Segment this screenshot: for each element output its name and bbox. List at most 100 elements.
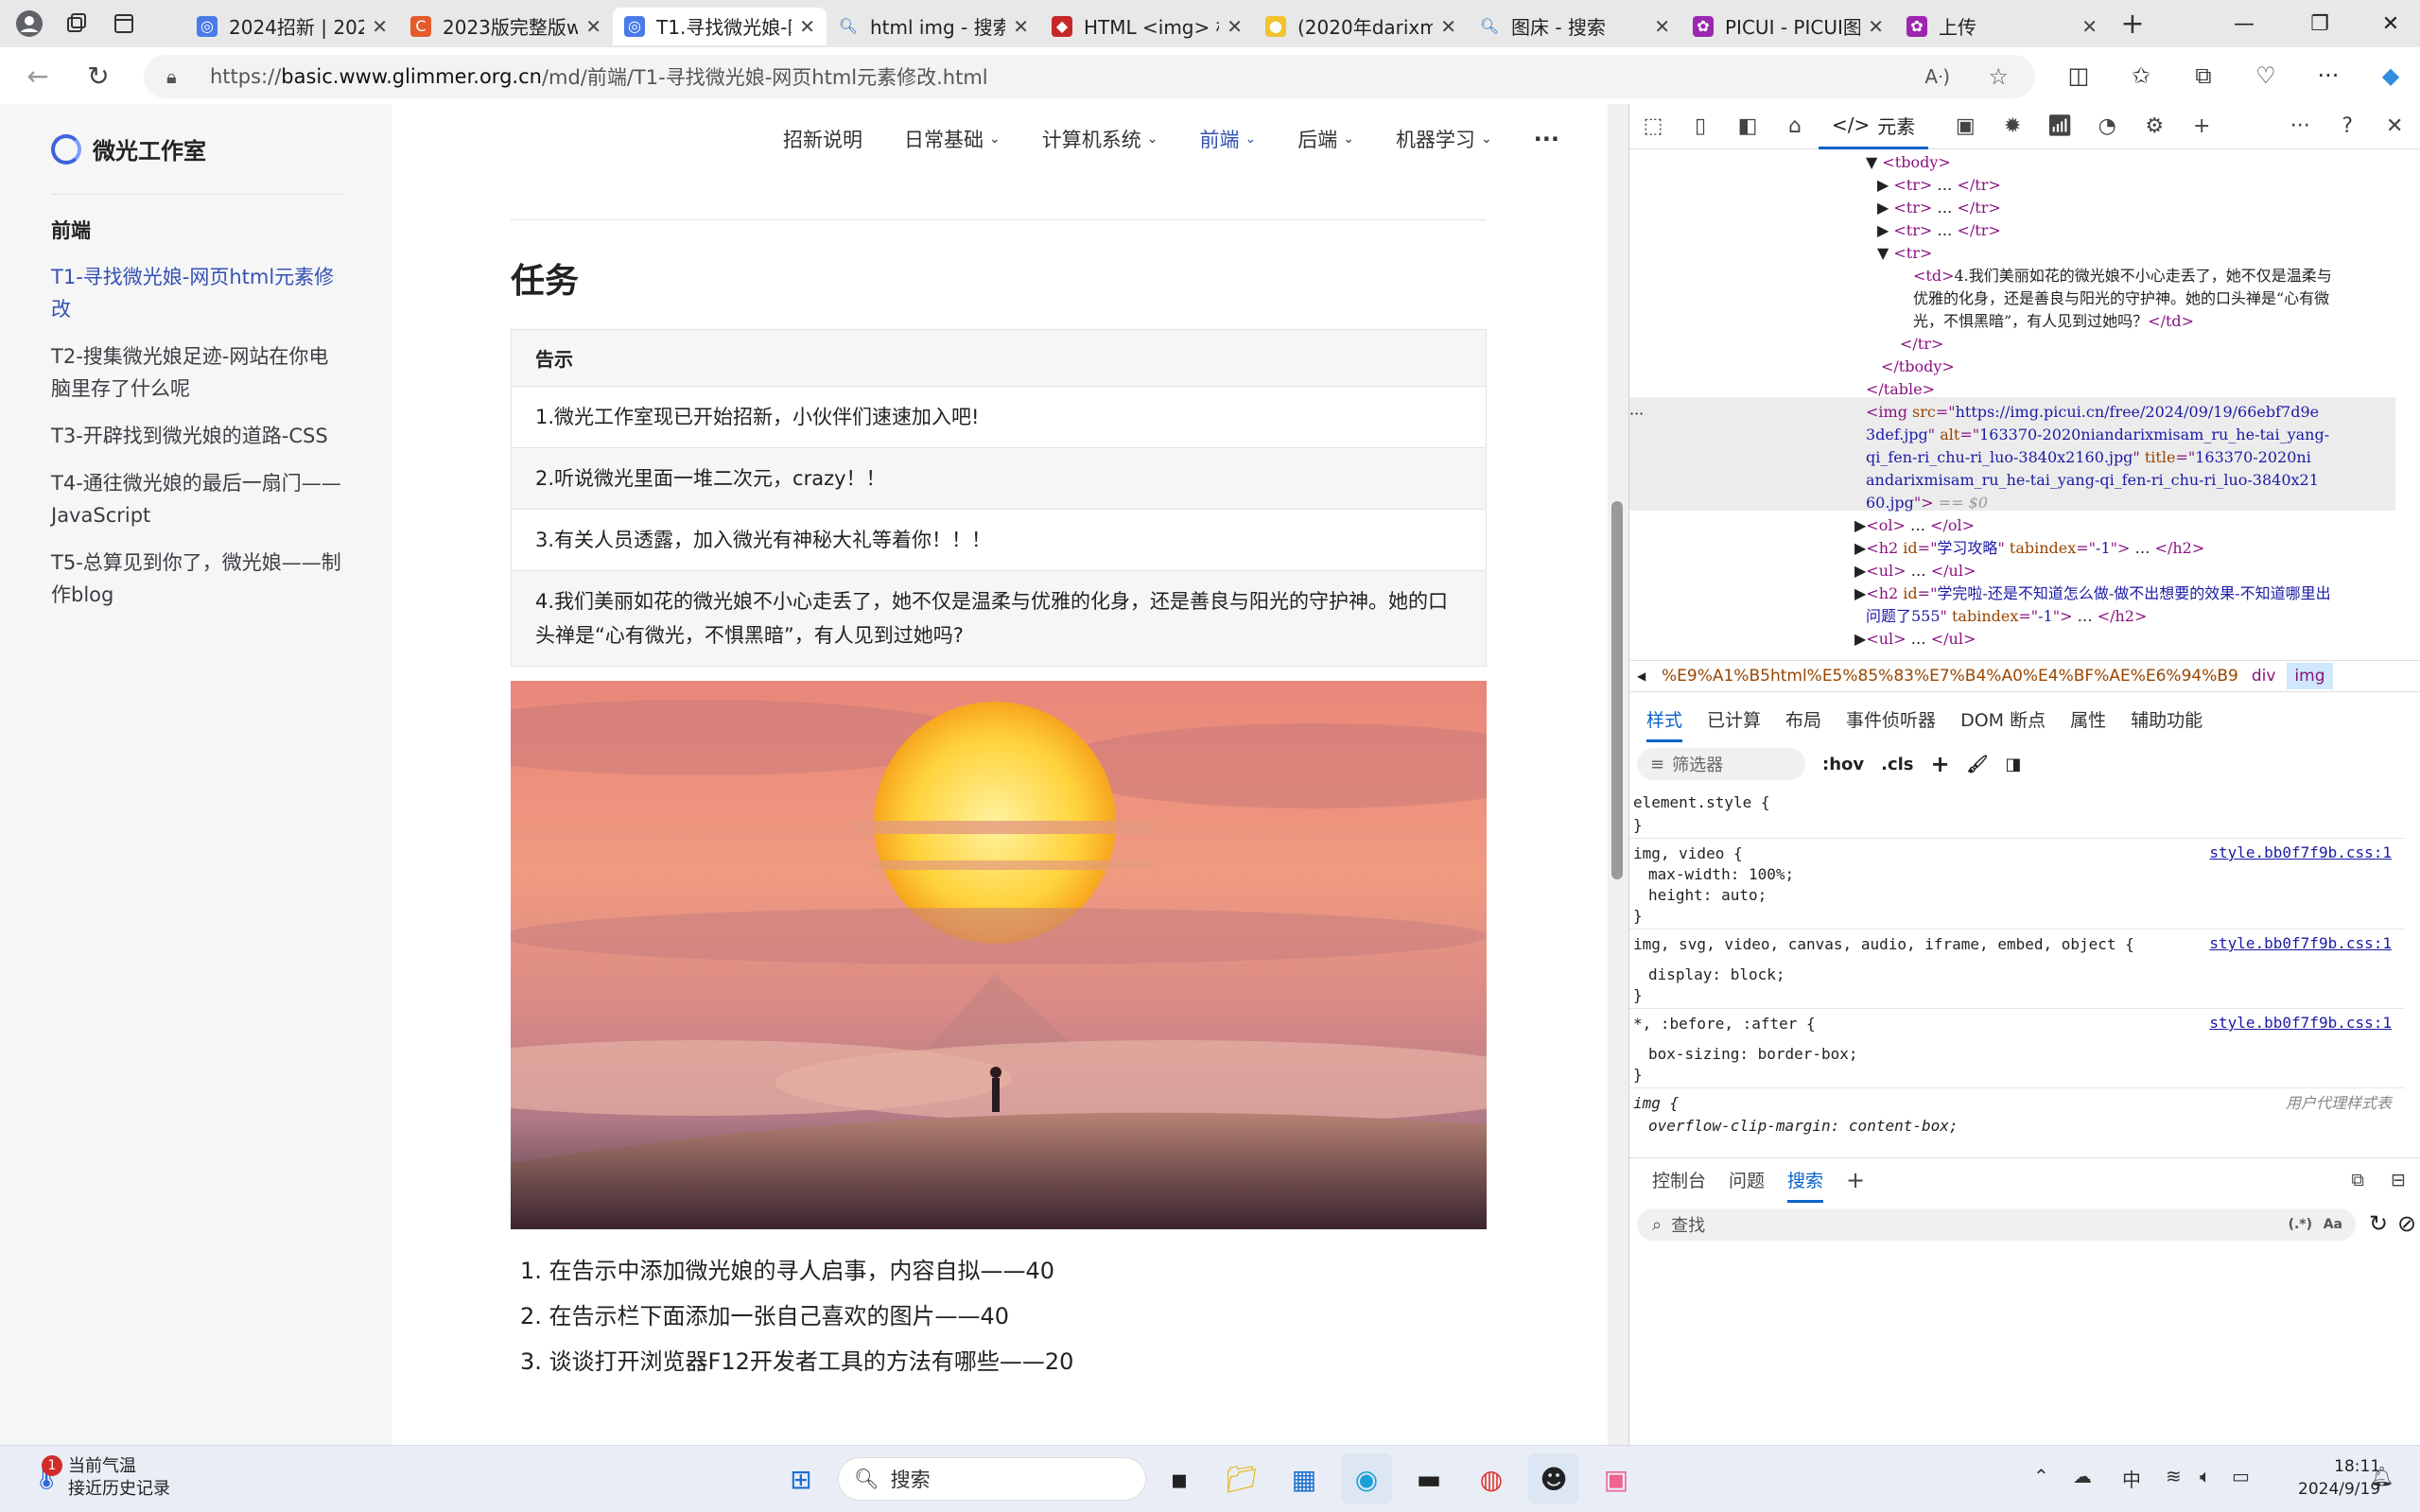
- tab-computed[interactable]: 已计算: [1707, 706, 1761, 732]
- breadcrumb-div[interactable]: div: [2252, 667, 2276, 686]
- browser-tab-active[interactable]: ◎ T1.寻找微光娘-网 ✕: [613, 7, 827, 45]
- store-icon[interactable]: ▦: [1279, 1453, 1330, 1504]
- settings-gear-icon[interactable]: ⚙: [2131, 104, 2178, 149]
- dom-node-img[interactable]: <img src="https://img.picui.cn/free/2024…: [1866, 401, 2319, 424]
- sidebar-item-t2[interactable]: T2-搜集微光娘足迹-网站在你电 脑里存了什么呢: [51, 340, 344, 405]
- refresh-search-icon[interactable]: ↻: [2369, 1210, 2388, 1237]
- collections-icon[interactable]: ⧉: [2173, 47, 2234, 104]
- ime-indicator[interactable]: 中: [2122, 1465, 2141, 1492]
- workspaces-icon[interactable]: [53, 0, 100, 47]
- add-drawer-tab-icon[interactable]: +: [1846, 1167, 1865, 1193]
- chevron-up-icon[interactable]: ⌃: [2033, 1465, 2049, 1487]
- close-drawer-icon[interactable]: ⊟: [2391, 1170, 2406, 1190]
- sidebar-item-t4[interactable]: T4-通往微光娘的最后一扇门—— JavaScript: [51, 467, 344, 531]
- favorite-star-icon[interactable]: ☆: [1988, 63, 2009, 90]
- clock[interactable]: 18:11 2024/9/19: [2298, 1455, 2380, 1501]
- task-view-icon[interactable]: ▪: [1154, 1453, 1205, 1504]
- profile-icon[interactable]: [6, 0, 53, 47]
- cls-toggle[interactable]: .cls: [1881, 755, 1913, 774]
- tab-accessibility[interactable]: 辅助功能: [2131, 706, 2202, 732]
- close-window-icon[interactable]: ✕: [2355, 0, 2420, 47]
- refresh-icon[interactable]: ↻: [68, 47, 129, 104]
- css-property[interactable]: height: auto;: [1648, 885, 1767, 906]
- case-toggle[interactable]: Aa: [2324, 1217, 2342, 1232]
- browser-tab[interactable]: ● (2020年darixmisa ✕: [1254, 8, 1468, 45]
- close-icon[interactable]: ✕: [2081, 15, 2098, 38]
- dom-node[interactable]: ▶ <tr> … </tr>: [1877, 174, 2001, 197]
- tab-event-listeners[interactable]: 事件侦听器: [1846, 706, 1936, 732]
- css-property[interactable]: box-sizing: border-box;: [1648, 1044, 1858, 1065]
- home-icon[interactable]: ⌂: [1771, 104, 1819, 149]
- close-icon[interactable]: ✕: [1868, 15, 1884, 38]
- dom-node[interactable]: </tbody>: [1881, 356, 1955, 378]
- clear-search-icon[interactable]: ⊘: [2397, 1210, 2416, 1237]
- dock-icon[interactable]: ◧: [1724, 104, 1771, 149]
- terminal-icon[interactable]: ▬: [1403, 1453, 1454, 1504]
- dom-node[interactable]: ▶<h2 id="学习攻略" tabindex="-1"> … </h2>: [1854, 537, 2204, 560]
- nav-item-frontend[interactable]: 前端 ⌄: [1199, 125, 1256, 153]
- dom-node[interactable]: ▼ <tr>: [1877, 242, 1932, 265]
- close-icon[interactable]: ✕: [1013, 15, 1029, 38]
- taskbar-search[interactable]: 🔍︎ 搜索: [838, 1457, 1146, 1501]
- more-icon[interactable]: ···: [2276, 104, 2324, 149]
- dom-node[interactable]: ▶ <tr> … </tr>: [1877, 197, 2001, 219]
- dom-node[interactable]: ▼ <tbody>: [1866, 151, 1951, 174]
- tab-elements[interactable]: </> 元素: [1819, 104, 1929, 149]
- regex-toggle[interactable]: (.*): [2289, 1217, 2312, 1232]
- music-app-icon[interactable]: ◍: [1466, 1453, 1517, 1504]
- start-icon[interactable]: ⊞: [775, 1453, 827, 1504]
- breadcrumb-path[interactable]: %E9%A1%B5html%E5%85%83%E7%B4%A0%E4%BF%AE…: [1662, 667, 2238, 686]
- browser-tab[interactable]: ✿ PICUI - PICUI图床 ✕: [1681, 8, 1895, 45]
- minimize-icon[interactable]: —: [2208, 0, 2280, 47]
- dom-node[interactable]: ▶<ol> … </ol>: [1854, 514, 1975, 537]
- close-icon[interactable]: ✕: [1654, 15, 1670, 38]
- dom-node[interactable]: ▶ <tr> … </tr>: [1877, 219, 2001, 242]
- nav-item-basics[interactable]: 日常基础 ⌄: [904, 125, 1001, 153]
- performance-icon[interactable]: ◔: [2083, 104, 2131, 149]
- dom-node[interactable]: ▶<ul> … </ul>: [1854, 560, 1976, 582]
- search-input[interactable]: ⌕ 查找 (.*) Aa: [1637, 1208, 2356, 1241]
- dom-node[interactable]: </tr>: [1900, 333, 1943, 356]
- close-icon[interactable]: ✕: [2371, 104, 2418, 149]
- tab-properties[interactable]: 属性: [2070, 706, 2106, 732]
- rule-source-link[interactable]: style.bb0f7f9b.css:1: [2209, 1014, 2392, 1032]
- dom-node[interactable]: <td>4.我们美丽如花的微光娘不小心走丢了，她不仅是温柔与: [1913, 265, 2332, 287]
- sidebar-item-t1[interactable]: T1-寻找微光娘-网页html元素修改: [51, 261, 344, 325]
- dock-drawer-icon[interactable]: ⧉: [2351, 1170, 2364, 1190]
- close-icon[interactable]: ✕: [799, 15, 815, 38]
- paint-icon[interactable]: 🖌︎: [1967, 755, 1989, 774]
- more-menu-icon[interactable]: ···: [2298, 47, 2359, 104]
- close-icon[interactable]: ✕: [585, 15, 601, 38]
- notification-bell-icon[interactable]: 🔔︎: [2370, 1465, 2394, 1487]
- split-screen-icon[interactable]: ◫: [2048, 47, 2109, 104]
- nav-item-systems[interactable]: 计算机系统 ⌄: [1042, 125, 1158, 153]
- css-property[interactable]: display: block;: [1648, 965, 1785, 985]
- browser-tab[interactable]: 🔍︎ 图床 - 搜索 ✕: [1468, 8, 1681, 45]
- nav-more-icon[interactable]: ···: [1534, 126, 1559, 152]
- debug-icon[interactable]: ✹: [1989, 104, 2036, 149]
- network-icon[interactable]: 📶︎: [2036, 104, 2083, 149]
- nav-item-backend[interactable]: 后端 ⌄: [1297, 125, 1354, 153]
- console-icon[interactable]: ▣: [1941, 104, 1989, 149]
- bilibili-icon[interactable]: ▣: [1591, 1453, 1642, 1504]
- edge-icon[interactable]: ◉: [1341, 1453, 1392, 1504]
- volume-icon[interactable]: 🔈︎: [2200, 1465, 2211, 1487]
- tab-actions-icon[interactable]: [100, 0, 148, 47]
- new-rule-icon[interactable]: +: [1931, 751, 1950, 777]
- new-tab-button[interactable]: +: [2109, 0, 2156, 47]
- cloud-icon[interactable]: ☁: [2073, 1465, 2092, 1487]
- toggle-sidebar-icon[interactable]: ◨: [2006, 755, 2022, 774]
- dom-node[interactable]: ▶<h2 id="学完啦-还是不知道怎么做-做不出想要的效果-不知道哪里出: [1854, 582, 2331, 605]
- weather-widget[interactable]: 🌡︎ 1 当前气温 接近历史记录: [28, 1455, 170, 1501]
- tab-console[interactable]: 控制台: [1652, 1167, 1706, 1192]
- sidebar-item-t5[interactable]: T5-总算见到你了，微光娘——制 作blog: [51, 547, 344, 611]
- device-emulation-icon[interactable]: ▯: [1677, 104, 1724, 149]
- page-scrollbar-thumb[interactable]: [1611, 501, 1623, 879]
- tab-styles[interactable]: 样式: [1646, 706, 1683, 742]
- browser-tab[interactable]: C 2023版完整版we ✕: [399, 8, 613, 45]
- node-menu-icon[interactable]: ···: [1629, 403, 1644, 426]
- rule-source-link[interactable]: style.bb0f7f9b.css:1: [2202, 934, 2392, 952]
- site-logo[interactable]: 微光工作室: [51, 132, 206, 165]
- close-icon[interactable]: ✕: [372, 15, 388, 38]
- tab-search[interactable]: 搜索: [1787, 1167, 1824, 1203]
